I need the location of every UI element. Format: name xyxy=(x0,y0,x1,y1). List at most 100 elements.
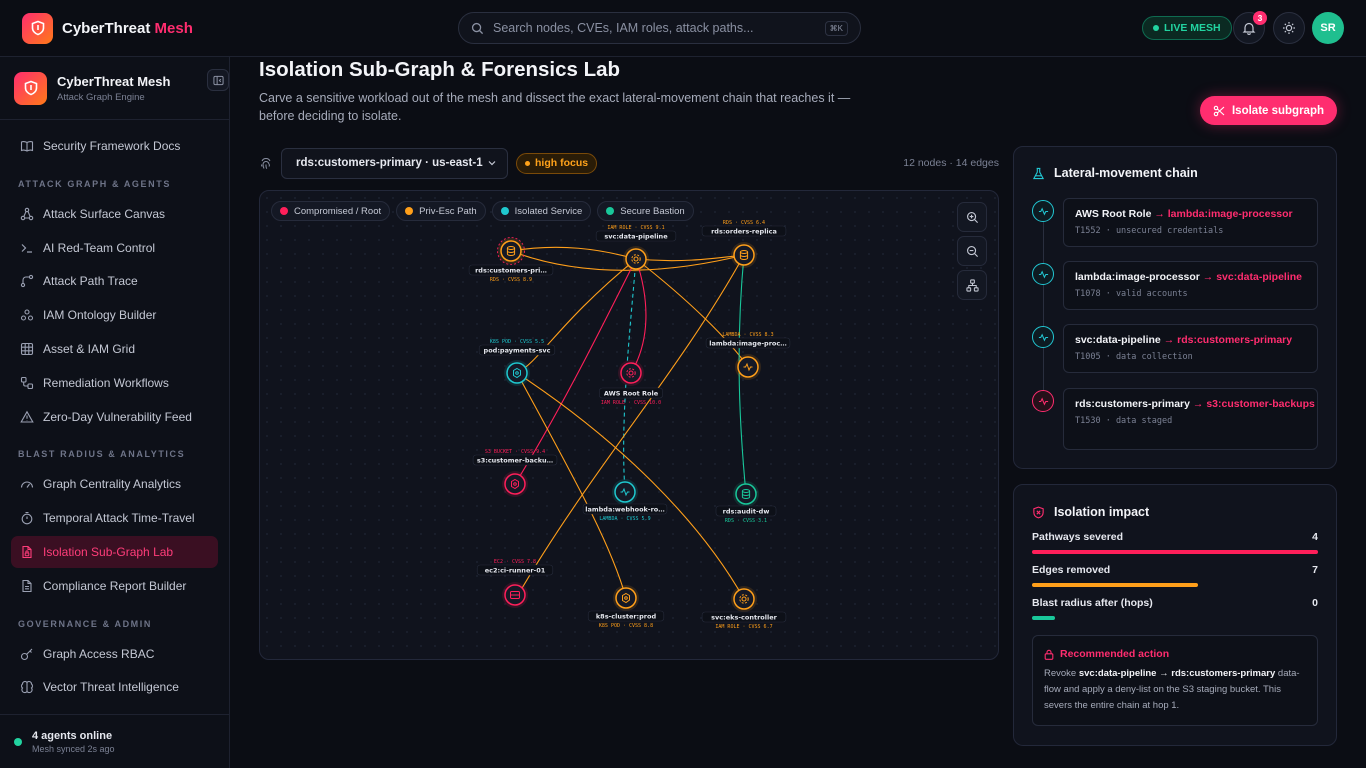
sidebar-item-compliance[interactable]: Compliance Report Builder xyxy=(11,570,218,602)
chain-step-card[interactable]: rds:customers-primary → s3:customer-back… xyxy=(1063,388,1318,450)
key-icon xyxy=(20,648,33,660)
file-lock-icon xyxy=(22,545,32,559)
sidebar-item-time-travel[interactable]: Temporal Attack Time-Travel xyxy=(11,502,218,534)
sidebar-item-isolation-lab[interactable]: Isolation Sub-Graph Lab xyxy=(11,535,218,568)
edge[interactable] xyxy=(635,258,749,368)
graph-node[interactable]: AWS Root Role IAM ROLE · CVSS 10.0 xyxy=(599,360,663,406)
edge[interactable] xyxy=(517,254,745,596)
graph-node[interactable]: svc:data-pipeline IAM ROLE · CVSS 9.1 xyxy=(595,225,677,272)
terminal-icon xyxy=(21,243,32,253)
graph-node[interactable]: k8s-cluster:prod K8S POD · CVSS 8.8 xyxy=(587,585,665,629)
node-label: lambda:webhook-ro… xyxy=(585,506,665,514)
sidebar-item-centrality[interactable]: Graph Centrality Analytics xyxy=(11,468,218,500)
target-node-select[interactable]: rds:customers-primary · us-east-1 xyxy=(281,147,508,179)
online-status-dot xyxy=(14,737,22,746)
search-shortcut: ⌘K xyxy=(824,20,848,36)
node-meta: RDS · CVSS 8.9 xyxy=(490,277,532,283)
impact-metric: Blast radius after (hops) 0 xyxy=(1032,597,1318,620)
node-label: svc:data-pipeline xyxy=(604,233,668,241)
live-mesh-badge[interactable]: LIVE MESH xyxy=(1142,16,1232,40)
zoom-out-button[interactable] xyxy=(957,236,987,266)
metric-bar xyxy=(1032,550,1318,554)
warning-icon xyxy=(20,410,34,423)
edge[interactable] xyxy=(516,258,637,374)
recommended-action-title: Recommended action xyxy=(1044,648,1306,660)
sidebar-item-attack-surface-canvas[interactable]: Attack Surface Canvas xyxy=(11,198,218,230)
node-meta: LAMBDA · CVSS 8.3 xyxy=(722,332,773,338)
sidebar-collapse-icon xyxy=(212,75,224,85)
node-label: rds:audit-dw xyxy=(723,508,770,516)
panel-title: Isolation impact xyxy=(1032,505,1149,519)
zoom-in-button[interactable] xyxy=(957,202,987,232)
sidebar-item-iam-ontology[interactable]: IAM Ontology Builder xyxy=(11,299,218,331)
sidebar-item-remediation[interactable]: Remediation Workflows xyxy=(11,367,218,399)
node-ring xyxy=(733,588,755,610)
edge[interactable] xyxy=(635,254,745,262)
collapse-sidebar-button[interactable] xyxy=(207,69,229,91)
network-icon xyxy=(20,207,34,221)
legend-priv-esc[interactable]: Priv-Esc Path xyxy=(396,201,486,221)
search-bar[interactable]: ⌘K xyxy=(458,12,861,44)
graph-counts: 12 nodes · 14 edges xyxy=(903,157,999,169)
lock-icon xyxy=(1044,649,1054,660)
panel-title: Lateral-movement chain xyxy=(1032,166,1198,180)
brand[interactable]: CyberThreat Mesh xyxy=(22,12,193,44)
theme-toggle-button[interactable] xyxy=(1273,12,1305,44)
legend-compromised[interactable]: Compromised / Root xyxy=(271,201,391,221)
live-dot xyxy=(1153,25,1159,31)
sidebar-title: CyberThreat Mesh xyxy=(57,73,171,89)
graph-node[interactable]: s3:customer-backu… S3 BUCKET · CVSS 9.4 xyxy=(472,449,558,497)
chain-step-card[interactable]: AWS Root Role → lambda:image-processor T1… xyxy=(1063,198,1318,247)
sidebar-item-ai-red-team[interactable]: AI Red-Team Control xyxy=(11,232,218,264)
graph-node[interactable]: svc:eks-controller IAM ROLE · CVSS 6.7 xyxy=(701,586,787,630)
search-input[interactable] xyxy=(493,21,816,35)
metric-value: 4 xyxy=(1312,531,1318,543)
node-label: k8s-cluster:prod xyxy=(596,613,657,621)
chain-step-activity-icon xyxy=(1032,263,1054,285)
sidebar-item-asset-grid[interactable]: Asset & IAM Grid xyxy=(11,333,218,365)
graph-node[interactable]: ec2:ci-runner-01 EC2 · CVSS 7.8 xyxy=(476,559,554,608)
sidebar-item-attack-path-trace[interactable]: Attack Path Trace xyxy=(11,265,218,297)
brand-name: CyberThreat Mesh xyxy=(62,19,193,37)
node-label: pod:payments-svc xyxy=(484,347,551,355)
notifications-button[interactable]: 3 xyxy=(1233,11,1267,44)
legend-bastion[interactable]: Secure Bastion xyxy=(597,201,694,221)
isolate-subgraph-button[interactable]: Isolate subgraph xyxy=(1200,96,1337,125)
node-label: AWS Root Role xyxy=(604,390,659,398)
legend-isolated[interactable]: Isolated Service xyxy=(491,201,592,221)
chain-step-card[interactable]: lambda:image-processor → svc:data-pipeli… xyxy=(1063,261,1318,310)
node-label: rds:orders-replica xyxy=(711,228,777,236)
bell-icon xyxy=(1242,22,1256,35)
attack-graph[interactable]: rds:customers-pri… RDS · CVSS 8.9 svc:data… xyxy=(260,191,999,660)
hierarchy-icon xyxy=(965,278,979,292)
node-meta: LAMBDA · CVSS 5.9 xyxy=(599,516,650,522)
sidebar-item-security-docs[interactable]: Security Framework Docs xyxy=(11,130,218,162)
legend-dot xyxy=(606,207,615,215)
zoom-out-icon xyxy=(966,245,978,257)
node-meta: RDS · CVSS 3.1 xyxy=(725,518,767,524)
edge[interactable] xyxy=(630,258,647,374)
sidebar-item-zero-day-feed[interactable]: Zero-Day Vulnerability Feed xyxy=(11,401,218,433)
avatar[interactable]: SR xyxy=(1312,12,1344,44)
graph-node[interactable]: lambda:image-proc… LAMBDA · CVSS 8.3 xyxy=(705,332,791,380)
chain-step-technique: T1078 · valid accounts xyxy=(1075,289,1188,299)
node-meta: EC2 · CVSS 7.8 xyxy=(494,559,536,565)
top-bar: CyberThreat Mesh ⌘K LIVE MESH 3 SR xyxy=(0,0,1366,57)
workflow-icon xyxy=(20,376,34,389)
chain-step-technique: T1005 · data collection xyxy=(1075,352,1193,362)
chain-step-card[interactable]: svc:data-pipeline → rds:customers-primar… xyxy=(1063,324,1318,373)
graph-legend: Compromised / Root Priv-Esc Path Isolate… xyxy=(271,201,694,221)
chevron-down-icon xyxy=(488,161,496,166)
sidebar-item-vector-intel[interactable]: Vector Threat Intelligence xyxy=(11,671,218,703)
graph-node[interactable]: rds:orders-replica RDS · CVSS 6.4 xyxy=(701,220,787,268)
graph-node[interactable]: pod:payments-svc K8S POD · CVSS 5.5 xyxy=(478,339,556,386)
graph-canvas[interactable]: rds:customers-pri… RDS · CVSS 8.9 svc:data… xyxy=(259,190,999,660)
auto-layout-button[interactable] xyxy=(957,270,987,300)
metric-value: 7 xyxy=(1312,564,1318,576)
focus-level-badge[interactable]: high focus xyxy=(516,152,598,174)
graph-controls: rds:customers-primary · us-east-1 high f… xyxy=(259,147,999,179)
graph-node[interactable]: rds:audit-dw RDS · CVSS 3.1 xyxy=(715,481,777,524)
graph-node[interactable]: lambda:webhook-ro… LAMBDA · CVSS 5.9 xyxy=(582,479,668,522)
section-heading-attack-graph: ATTACK GRAPH & AGENTS xyxy=(18,178,171,189)
sidebar-item-rbac[interactable]: Graph Access RBAC xyxy=(11,638,218,670)
